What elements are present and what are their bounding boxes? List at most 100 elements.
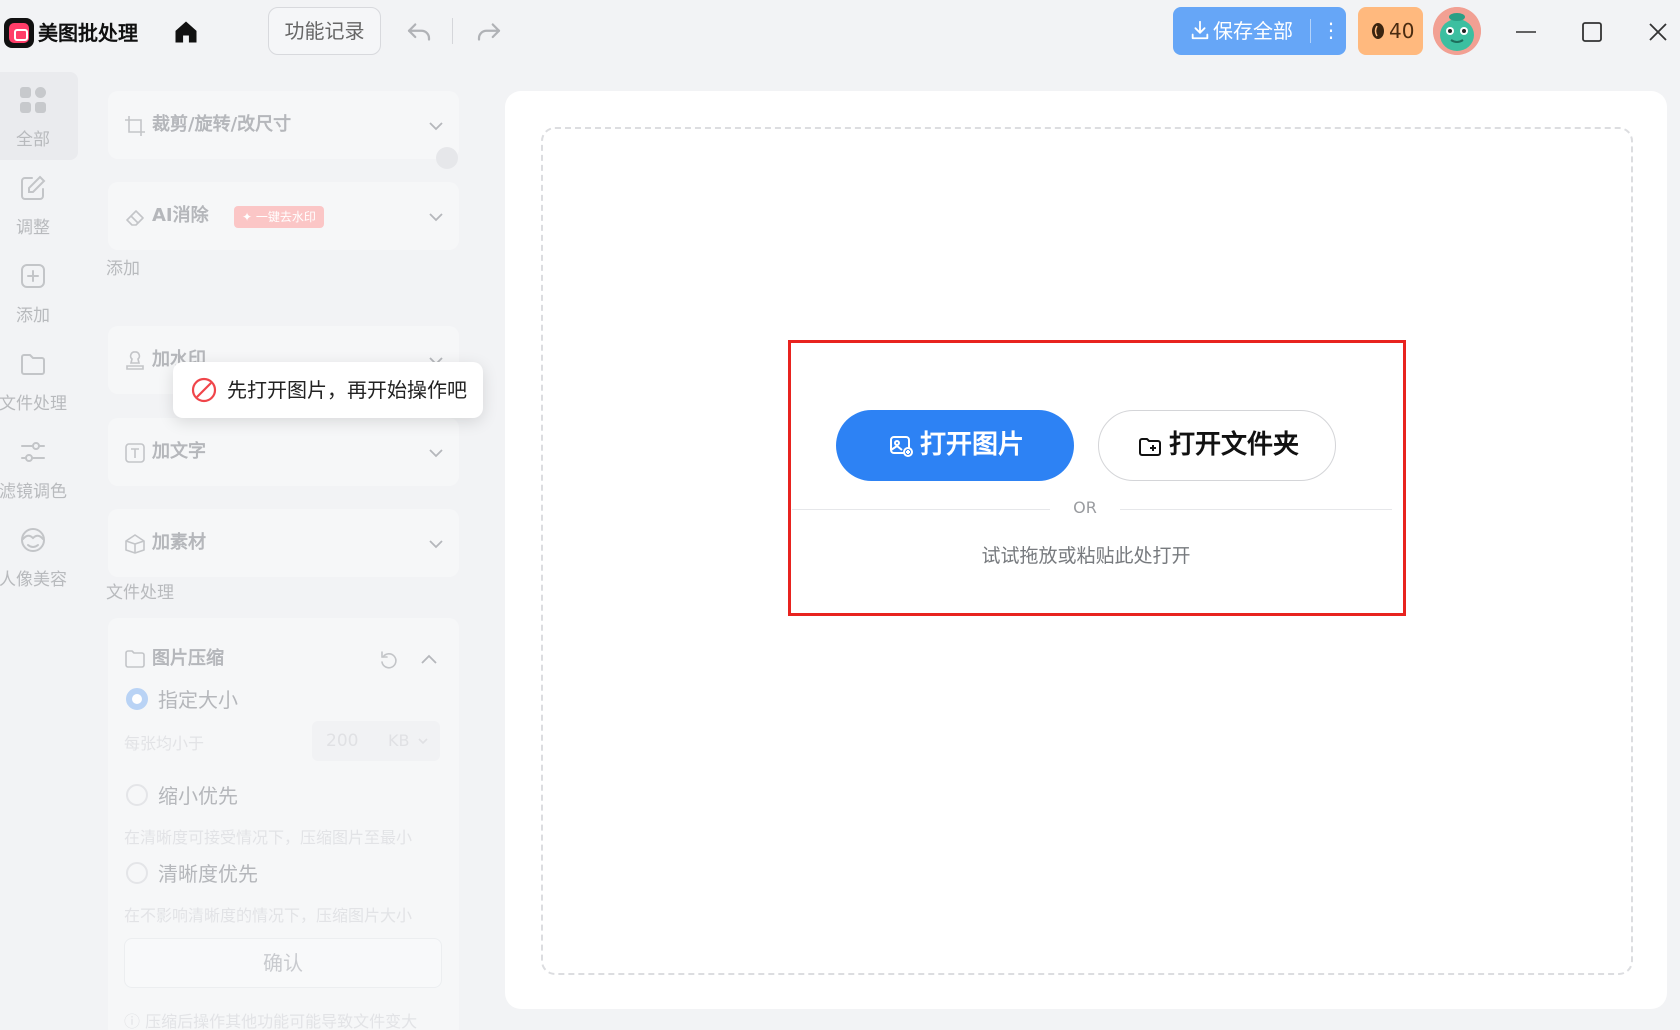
tool-label: 裁剪/旋转/改尺寸 (152, 114, 292, 135)
chevron-down-icon (429, 213, 443, 222)
home-icon (175, 21, 197, 43)
nav-item-add[interactable]: 添加 (0, 248, 78, 336)
tool-label: AI消除 (152, 205, 209, 226)
open-image-label: 打开图片 (920, 430, 1025, 460)
divider-line (792, 509, 1050, 510)
chevron-down-icon (429, 449, 443, 458)
nav-item-file[interactable]: 文件处理 (0, 336, 78, 424)
toolbar-divider (452, 18, 453, 44)
tool-add-material[interactable]: 加素材 (108, 509, 459, 577)
section-label-add: 添加 (106, 259, 140, 279)
nav-label: 添加 (16, 306, 50, 326)
open-folder-label: 打开文件夹 (1169, 430, 1300, 460)
option-description: 每张均小于 (124, 734, 205, 753)
save-all-label: 保存全部 (1213, 19, 1293, 43)
user-avatar[interactable] (1433, 7, 1481, 55)
stamp-icon (126, 351, 144, 370)
avatar-icon (1433, 7, 1481, 55)
nav-label: 全部 (16, 130, 50, 150)
folder-add-icon (1139, 438, 1161, 456)
folder-icon (125, 650, 145, 668)
folder-icon (21, 354, 45, 375)
text-box-icon (125, 443, 145, 463)
confirm-button[interactable]: 确认 (124, 938, 442, 988)
download-icon (1191, 20, 1209, 40)
radio-specified-size[interactable] (126, 688, 148, 710)
save-all-button[interactable]: 保存全部 ⋮ (1173, 7, 1346, 55)
credits-value: 40 (1389, 19, 1415, 43)
maximize-icon (1582, 22, 1602, 42)
tool-add-text[interactable]: 加文字 (108, 418, 459, 486)
nav-label: 人像美容 (0, 570, 67, 590)
credits-badge[interactable]: 40 (1358, 7, 1423, 55)
save-all-separator (1310, 19, 1311, 43)
open-folder-button[interactable]: 打开文件夹 (1098, 410, 1336, 481)
close-icon (1649, 23, 1667, 41)
eraser-icon (126, 210, 144, 226)
divider-line (1120, 509, 1392, 510)
target-size-input[interactable]: 200 KB (312, 721, 440, 761)
or-separator: OR (1073, 498, 1097, 517)
nav-label: 滤镜调色 (0, 482, 67, 502)
nav-label: 调整 (16, 218, 50, 238)
undo-button[interactable] (404, 17, 434, 47)
option-label: 缩小优先 (158, 784, 238, 808)
edit-icon (21, 175, 46, 200)
tool-ai-erase[interactable]: AI消除 ✦ 一键去水印 (108, 182, 459, 250)
minimize-button[interactable] (1508, 14, 1544, 50)
bean-icon (1372, 23, 1384, 39)
minimize-icon (1516, 31, 1536, 33)
history-button[interactable]: 功能记录 (268, 7, 381, 55)
nav-item-adjust[interactable]: 调整 (0, 160, 78, 248)
redo-icon (477, 23, 501, 41)
size-unit: KB (388, 731, 410, 750)
undo-icon (407, 23, 431, 41)
left-nav: 全部 调整 添加 文件处理 滤镜调色 人像美容 (0, 64, 80, 1030)
toast-message: 先打开图片，再开始操作吧 (173, 362, 483, 418)
radio-clarity-first[interactable] (126, 862, 148, 884)
redo-button[interactable] (474, 17, 504, 47)
app-logo (4, 18, 34, 48)
section-label-file: 文件处理 (106, 583, 174, 603)
tool-crop-rotate-resize[interactable]: 裁剪/旋转/改尺寸 (108, 91, 459, 159)
home-button[interactable] (172, 18, 200, 46)
size-value: 200 (326, 731, 359, 751)
compress-title: 图片压缩 (152, 648, 224, 669)
open-image-button[interactable]: 打开图片 (836, 410, 1074, 481)
option-label: 指定大小 (158, 688, 238, 712)
nav-item-portrait[interactable]: 人像美容 (0, 512, 78, 600)
close-button[interactable] (1640, 14, 1676, 50)
face-icon (21, 528, 45, 552)
save-options-button[interactable]: ⋮ (1319, 7, 1343, 53)
nav-label: 文件处理 (0, 394, 67, 414)
bean-cost-icon (436, 147, 458, 169)
tool-image-compress: 图片压缩 指定大小 每张均小于 200 KB 缩小优先 在清晰度可接受情况下，压… (108, 618, 459, 1030)
chevron-down-icon (418, 738, 428, 745)
reset-icon (381, 651, 397, 669)
add-square-icon (21, 264, 45, 288)
grid-icon (20, 87, 46, 113)
nav-item-all[interactable]: 全部 (0, 72, 78, 160)
sticker-icon (125, 534, 145, 554)
chevron-up-icon (421, 654, 437, 664)
chevron-down-icon (429, 122, 443, 131)
drag-hint: 试试拖放或粘贴此处打开 (981, 545, 1191, 567)
nav-item-filter[interactable]: 滤镜调色 (0, 424, 78, 512)
chevron-down-icon (429, 540, 443, 549)
toast-text: 先打开图片，再开始操作吧 (227, 378, 467, 402)
tool-label: 加文字 (152, 441, 206, 462)
crop-icon (125, 116, 145, 136)
radio-smallest-first[interactable] (126, 784, 148, 806)
option-label: 清晰度优先 (158, 862, 258, 886)
sliders-icon (21, 442, 45, 462)
option-description: 在清晰度可接受情况下，压缩图片至最小 (124, 828, 413, 847)
image-icon (890, 436, 913, 457)
option-description: 在不影响清晰度的情况下，压缩图片大小 (124, 906, 413, 925)
prohibited-icon (191, 377, 217, 403)
app-title: 美图批处理 (38, 21, 138, 45)
maximize-button[interactable] (1574, 14, 1610, 50)
tool-panel: 裁剪/旋转/改尺寸 AI消除 ✦ 一键去水印 添加 加水印 加文字 加素材 文件… (90, 64, 490, 1030)
compress-note: ⓘ 压缩后操作其他功能可能导致文件变大 (124, 1012, 418, 1030)
tool-label: 加素材 (152, 532, 206, 553)
title-bar: 美图批处理 功能记录 保存全部 ⋮ 40 (0, 0, 1680, 64)
